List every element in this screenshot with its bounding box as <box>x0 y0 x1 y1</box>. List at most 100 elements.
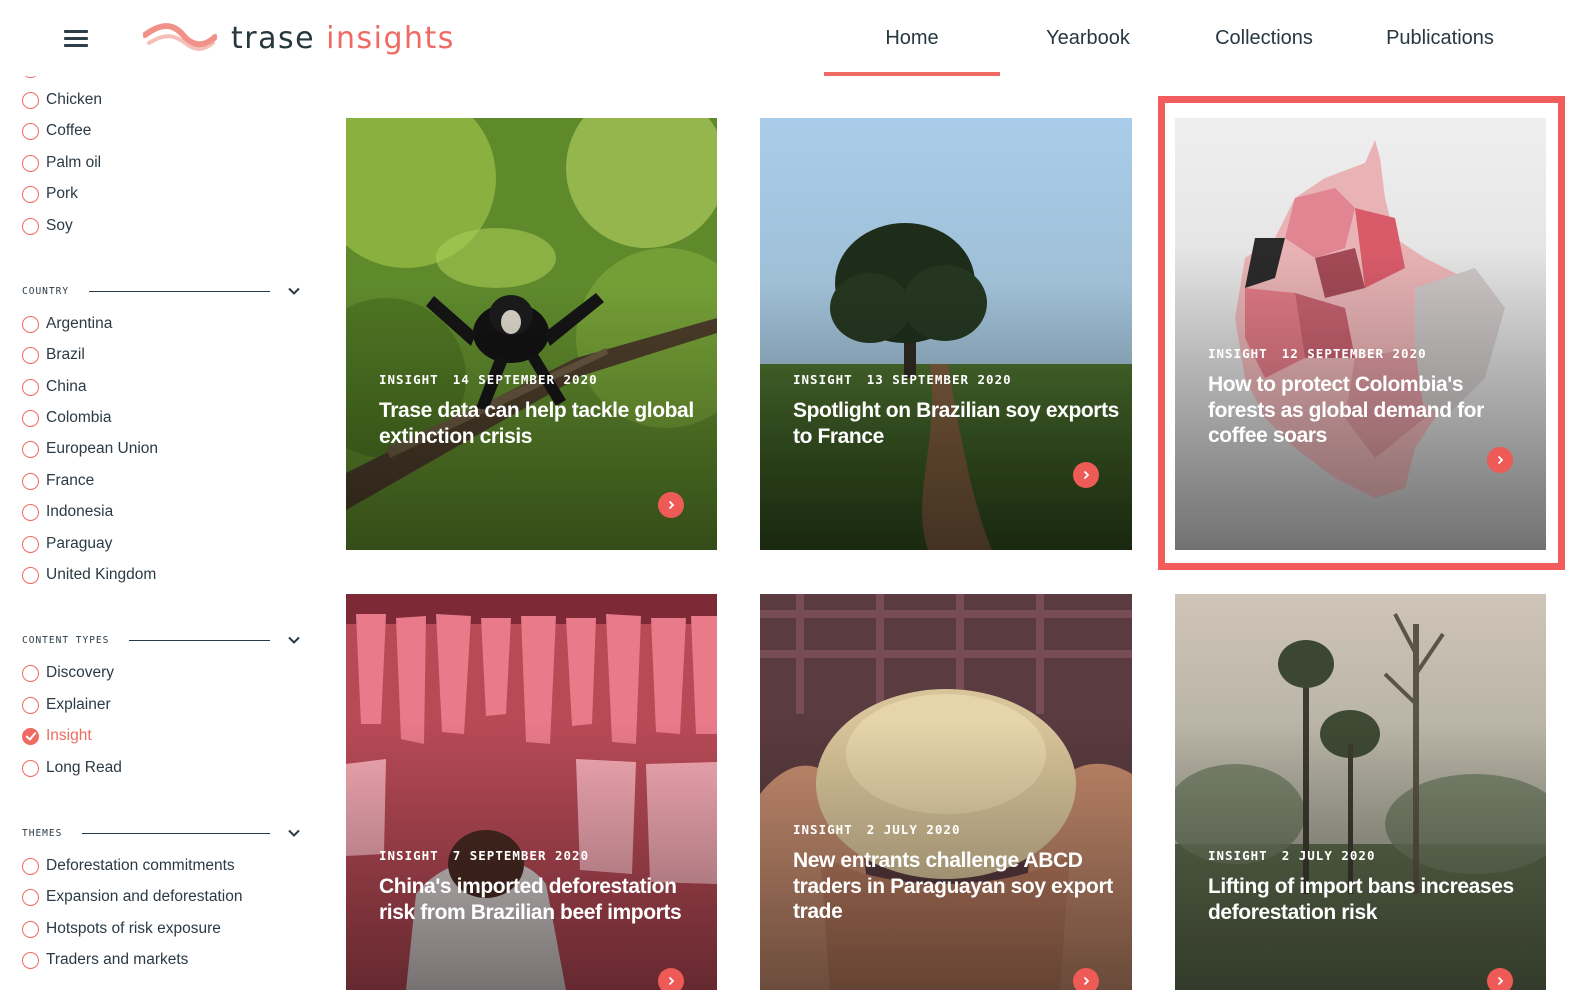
nav-yearbook[interactable]: Yearbook <box>1000 0 1176 76</box>
filter-united-kingdom[interactable]: United Kingdom <box>22 565 156 585</box>
chevron-right-icon[interactable] <box>1073 462 1099 488</box>
nav-home[interactable]: Home <box>824 0 1000 76</box>
checkbox-partial <box>22 76 39 78</box>
card-title[interactable]: New entrants challenge ABCD traders in P… <box>793 848 1123 925</box>
insight-card[interactable]: INSIGHT 7 SEPTEMBER 2020 China's imported… <box>346 594 717 990</box>
checkbox[interactable] <box>22 951 39 969</box>
checkbox[interactable] <box>22 217 39 235</box>
insight-card[interactable]: INSIGHT 2 JULY 2020 Lifting of import ban… <box>1175 594 1546 990</box>
checkbox[interactable] <box>22 696 39 714</box>
main-nav: Home Yearbook Collections Publications <box>824 0 1528 76</box>
filter-label: Insight <box>46 727 92 744</box>
chevron-down-icon[interactable] <box>286 632 302 648</box>
filter-label: Paraguay <box>46 535 113 552</box>
card-title[interactable]: Trase data can help tackle global extinc… <box>379 398 709 449</box>
insight-card[interactable]: INSIGHT 14 SEPTEMBER 2020 Trase data can … <box>346 118 717 550</box>
card-title[interactable]: Lifting of import bans increases defores… <box>1208 874 1538 925</box>
checkbox[interactable] <box>22 378 39 396</box>
filter-palm-oil[interactable]: Palm oil <box>22 153 101 173</box>
filter-brazil[interactable]: Brazil <box>22 345 85 365</box>
checkbox[interactable] <box>22 920 39 938</box>
divider <box>129 639 270 641</box>
filter-china[interactable]: China <box>22 377 87 397</box>
checkbox[interactable] <box>22 535 39 553</box>
filter-chicken[interactable]: Chicken <box>22 90 102 110</box>
filter-label: Chicken <box>46 91 102 108</box>
checkbox-checked[interactable] <box>22 727 39 745</box>
filter-paraguay[interactable]: Paraguay <box>22 534 112 554</box>
filter-discovery[interactable]: Discovery <box>22 663 114 683</box>
logo-word-insights: insights <box>326 20 455 56</box>
filter-coffee[interactable]: Coffee <box>22 121 91 141</box>
chevron-right-icon[interactable] <box>658 492 684 518</box>
filter-european-union[interactable]: European Union <box>22 439 158 459</box>
filter-label: Argentina <box>46 315 113 332</box>
card-type: INSIGHT <box>1208 346 1268 361</box>
card-type: INSIGHT <box>379 372 439 387</box>
filter-france[interactable]: France <box>22 471 94 491</box>
filter-label: Expansion and deforestation <box>46 888 243 905</box>
card-title[interactable]: China's imported deforestation risk from… <box>379 874 709 925</box>
filter-long-read[interactable]: Long Read <box>22 758 122 778</box>
filter-label: Deforestation commitments <box>46 857 235 874</box>
chevron-right-icon[interactable] <box>1487 968 1513 990</box>
site-logo[interactable]: trase insights <box>143 18 455 58</box>
filter-label: Soy <box>46 217 73 234</box>
nav-collections[interactable]: Collections <box>1176 0 1352 76</box>
insight-card[interactable]: INSIGHT 13 SEPTEMBER 2020 Spotlight on Br… <box>760 118 1132 550</box>
filter-deforestation-commitments[interactable]: Deforestation commitments <box>22 856 235 876</box>
checkbox[interactable] <box>22 346 39 364</box>
filter-traders-and-markets[interactable]: Traders and markets <box>22 950 188 970</box>
filter-label: Pork <box>46 185 78 202</box>
filter-label: Indonesia <box>46 503 114 520</box>
checkbox[interactable] <box>22 315 39 333</box>
checkbox[interactable] <box>22 122 39 140</box>
chevron-right-icon[interactable] <box>658 968 684 990</box>
nav-publications[interactable]: Publications <box>1352 0 1528 76</box>
filter-insight[interactable]: Insight <box>22 726 92 746</box>
chevron-down-icon[interactable] <box>286 283 302 299</box>
chevron-right-icon[interactable] <box>1487 447 1513 473</box>
checkbox[interactable] <box>22 409 39 427</box>
checkbox[interactable] <box>22 664 39 682</box>
checkbox[interactable] <box>22 503 39 521</box>
insight-card[interactable]: INSIGHT 2 JULY 2020 New entrants challeng… <box>760 594 1132 990</box>
filter-explainer[interactable]: Explainer <box>22 695 111 715</box>
card-meta: INSIGHT 13 SEPTEMBER 2020 <box>793 372 1012 387</box>
card-date: 14 SEPTEMBER 2020 <box>452 372 598 387</box>
checkbox[interactable] <box>22 472 39 490</box>
chevron-right-icon[interactable] <box>1073 968 1099 990</box>
checkbox[interactable] <box>22 440 39 458</box>
filter-soy[interactable]: Soy <box>22 216 73 236</box>
card-title[interactable]: How to protect Colombia's forests as glo… <box>1208 372 1498 449</box>
menu-icon[interactable] <box>64 28 88 48</box>
card-date: 13 SEPTEMBER 2020 <box>866 372 1012 387</box>
filter-label: Long Read <box>46 759 122 776</box>
filter-pork[interactable]: Pork <box>22 184 78 204</box>
chevron-down-icon[interactable] <box>286 825 302 841</box>
filter-label: Palm oil <box>46 154 102 171</box>
checkbox[interactable] <box>22 91 39 109</box>
checkbox[interactable] <box>22 566 39 584</box>
divider <box>89 290 270 292</box>
filter-sidebar: Chicken Coffee Palm oil Pork Soy COUNTRY… <box>0 76 310 990</box>
section-country: COUNTRY <box>22 283 302 299</box>
logo-word-trase: trase <box>231 20 316 56</box>
checkbox[interactable] <box>22 185 39 203</box>
card-type: INSIGHT <box>379 848 439 863</box>
card-type: INSIGHT <box>793 822 853 837</box>
insight-card-highlighted[interactable]: INSIGHT 12 SEPTEMBER 2020 How to protect … <box>1175 118 1546 550</box>
filter-hotspots-of-risk-exposure[interactable]: Hotspots of risk exposure <box>22 919 221 939</box>
filter-indonesia[interactable]: Indonesia <box>22 502 113 522</box>
checkbox[interactable] <box>22 759 39 777</box>
checkbox[interactable] <box>22 154 39 172</box>
filter-label: European Union <box>46 440 159 457</box>
checkbox[interactable] <box>22 888 39 906</box>
card-meta: INSIGHT 12 SEPTEMBER 2020 <box>1208 346 1427 361</box>
card-title[interactable]: Spotlight on Brazilian soy exports to Fr… <box>793 398 1123 449</box>
filter-colombia[interactable]: Colombia <box>22 408 111 428</box>
filter-argentina[interactable]: Argentina <box>22 314 112 334</box>
filter-expansion-and-deforestation[interactable]: Expansion and deforestation <box>22 887 242 907</box>
card-meta: INSIGHT 7 SEPTEMBER 2020 <box>379 848 589 863</box>
checkbox[interactable] <box>22 857 39 875</box>
